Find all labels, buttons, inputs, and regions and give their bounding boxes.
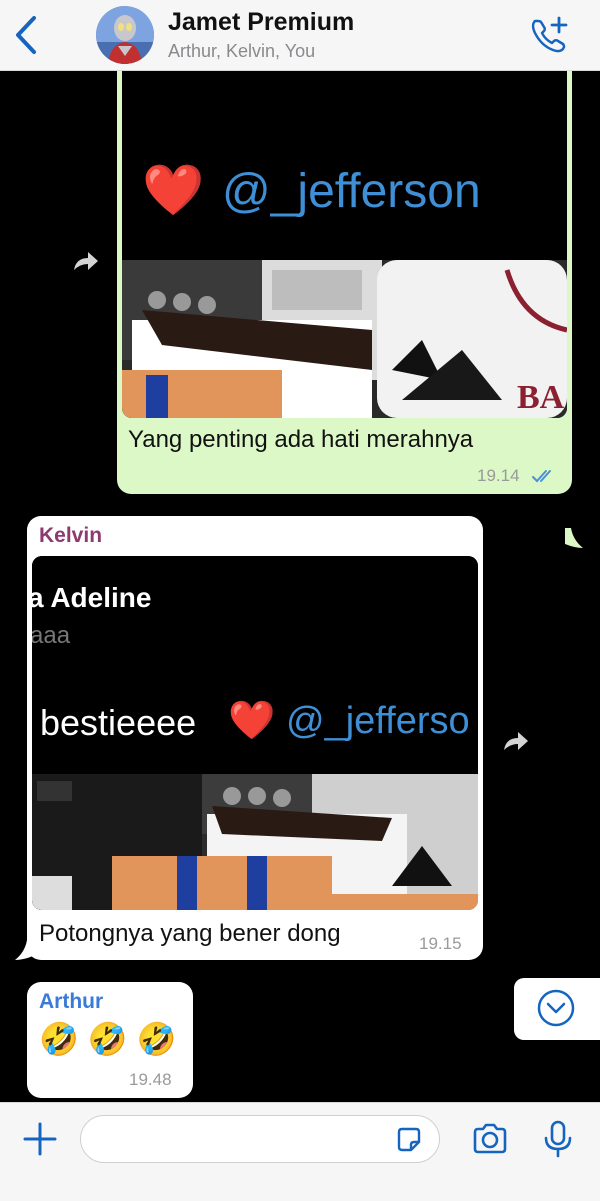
bubble-tail [565, 528, 583, 548]
story-caption: bestieeee [40, 702, 197, 743]
forwarded-image[interactable]: BA ❤️ @_jefferson [122, 70, 567, 418]
outgoing-message[interactable]: BA ❤️ @_jefferson Yang penting ada hati … [117, 58, 583, 548]
microphone-icon [544, 1120, 572, 1158]
chat-members[interactable]: Arthur, Kelvin, You [168, 41, 315, 62]
back-button[interactable] [8, 12, 44, 58]
mention-text: @_jefferson [222, 165, 481, 218]
message-input-bar [0, 1102, 600, 1201]
message-text: Potongnya yang bener dong [39, 920, 341, 947]
plus-icon [23, 1122, 57, 1156]
message-time: 19.14 [477, 466, 520, 485]
svg-text:BA: BA [517, 379, 565, 416]
forward-arrow-icon [74, 252, 98, 270]
profile-name-text: a Adeline [32, 582, 152, 613]
heart-emoji: ❤️ [142, 162, 205, 218]
sticker-button[interactable] [395, 1126, 423, 1154]
phone-plus-icon [531, 16, 568, 53]
incoming-message[interactable]: Arthur 🤣 🤣 🤣 19.48 [27, 982, 193, 1098]
incoming-message[interactable]: Kelvin a Adeline aaa bestieeee ❤️ @_jeff… [15, 516, 483, 960]
sticker-icon [397, 1127, 421, 1152]
message-time: 19.15 [419, 934, 462, 953]
message-time: 19.48 [129, 1070, 172, 1089]
sender-name: Kelvin [39, 524, 103, 547]
read-receipt-icon [532, 470, 551, 483]
forward-button[interactable] [500, 728, 530, 754]
voice-message-button[interactable] [538, 1119, 578, 1159]
sender-name: Arthur [39, 990, 104, 1013]
add-call-button[interactable] [526, 14, 572, 56]
message-text: Yang penting ada hati merahnya [128, 426, 474, 453]
chat-header: Jamet Premium Arthur, Kelvin, You [0, 0, 600, 71]
bubble-tail [15, 940, 33, 960]
scroll-to-bottom-button[interactable] [514, 978, 600, 1040]
chevron-down-circle-icon [537, 989, 575, 1027]
forward-arrow-icon [504, 732, 528, 750]
attach-button[interactable] [20, 1119, 60, 1159]
mention-text: @_jefferso [286, 700, 470, 742]
group-avatar[interactable] [96, 6, 154, 64]
emoji-message: 🤣 🤣 🤣 [39, 1021, 177, 1057]
camera-button[interactable] [470, 1119, 510, 1159]
message-input[interactable] [80, 1115, 440, 1163]
forwarded-image[interactable]: a Adeline aaa bestieeee ❤️ @_jefferso [32, 556, 478, 910]
profile-sub-text: aaa [32, 622, 71, 649]
chevron-left-icon [16, 16, 36, 54]
camera-icon [473, 1123, 507, 1154]
heart-emoji: ❤️ [228, 700, 276, 742]
forward-button[interactable] [70, 248, 100, 274]
chat-title[interactable]: Jamet Premium [168, 8, 354, 37]
